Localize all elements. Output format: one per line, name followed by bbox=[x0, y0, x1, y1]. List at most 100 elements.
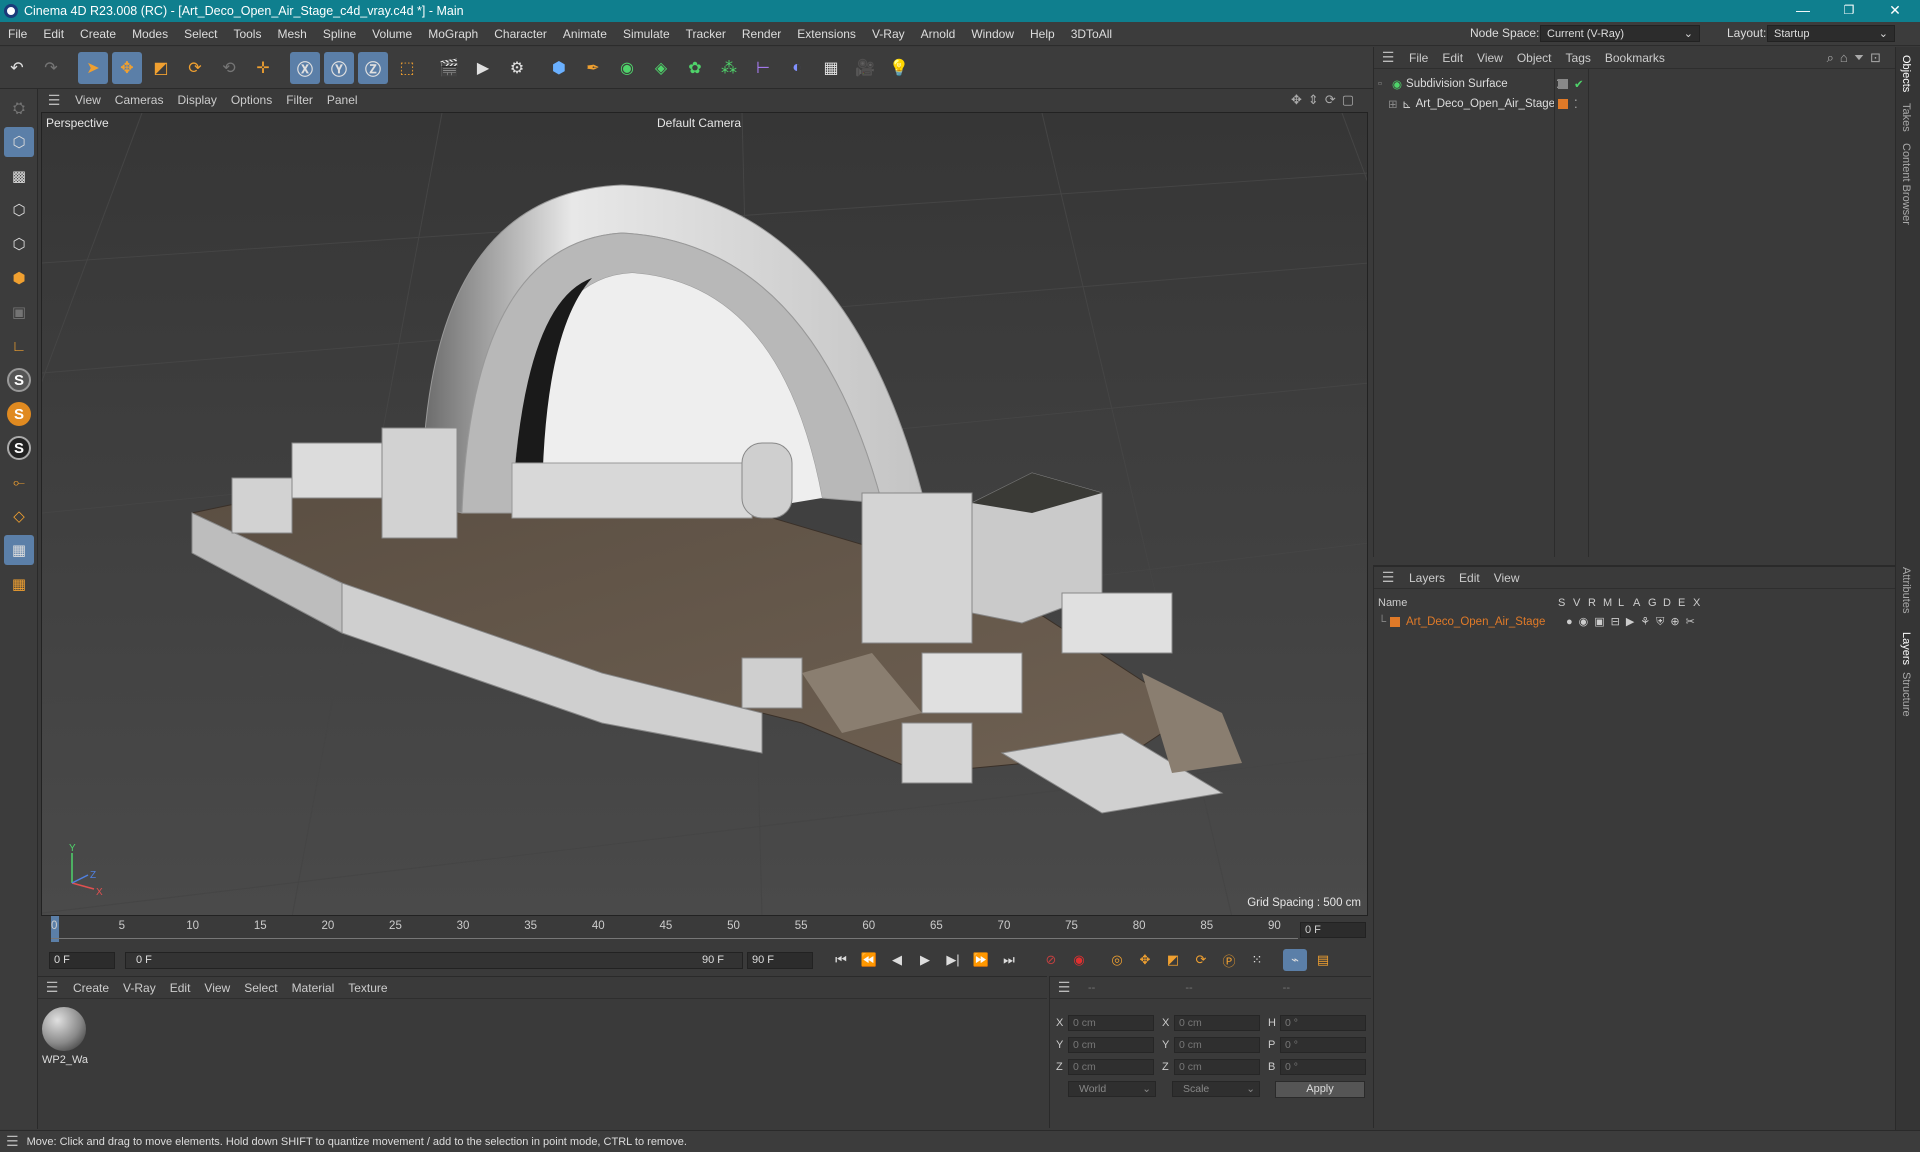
menu-item-v-ray[interactable]: V-Ray bbox=[864, 27, 913, 41]
menu-item-mesh[interactable]: Mesh bbox=[269, 27, 314, 41]
menu-item-tools[interactable]: Tools bbox=[225, 27, 269, 41]
layer-flag-header-a[interactable]: A bbox=[1633, 597, 1648, 609]
hamburger-icon[interactable]: ☰ bbox=[38, 979, 66, 996]
object-menu-object[interactable]: Object bbox=[1510, 51, 1559, 65]
key-position-icon[interactable]: ✥ bbox=[1133, 949, 1157, 971]
menu-item-help[interactable]: Help bbox=[1022, 27, 1063, 41]
tab-takes[interactable]: Takes bbox=[1900, 103, 1912, 132]
previous-frame-icon[interactable]: ◀ bbox=[885, 949, 909, 971]
coord-space-select[interactable]: World ⌄ bbox=[1068, 1081, 1156, 1097]
hamburger-icon[interactable]: ☰ bbox=[40, 92, 68, 109]
next-frame-icon[interactable]: ▶| bbox=[941, 949, 965, 971]
layer-flag-header-x[interactable]: X bbox=[1693, 597, 1708, 609]
hamburger-icon[interactable]: ☰ bbox=[1050, 979, 1078, 996]
material-menu-select[interactable]: Select bbox=[237, 981, 284, 995]
menu-item-modes[interactable]: Modes bbox=[124, 27, 176, 41]
layer-row[interactable]: └ Art_Deco_Open_Air_Stage ●◉▣⊟▶⚘⛨⊕✂ bbox=[1378, 612, 1894, 632]
object-menu-edit[interactable]: Edit bbox=[1435, 51, 1470, 65]
record-icon[interactable]: ⊘ bbox=[1039, 949, 1063, 971]
extrude-icon[interactable]: ◈ bbox=[646, 52, 676, 84]
snap-enable-icon[interactable]: S bbox=[4, 433, 34, 463]
coordinate-system-icon[interactable]: ⬚ bbox=[392, 52, 422, 84]
hamburger-icon[interactable]: ☰ bbox=[6, 1133, 19, 1150]
layer-menu-layers[interactable]: Layers bbox=[1402, 571, 1452, 585]
maximize-button[interactable]: ❐ bbox=[1826, 0, 1872, 22]
start-frame-field[interactable]: 0 F bbox=[49, 951, 115, 969]
hamburger-icon[interactable]: ☰ bbox=[1374, 569, 1402, 586]
layer-color-swatch[interactable] bbox=[1390, 617, 1400, 627]
timeline-window-icon[interactable]: ▤ bbox=[1311, 949, 1335, 971]
key-parameter-icon[interactable]: Ⓟ bbox=[1217, 949, 1241, 971]
object-menu-tags[interactable]: Tags bbox=[1559, 51, 1598, 65]
subdivision-icon[interactable]: ◉ bbox=[612, 52, 642, 84]
visibility-dots-icon[interactable]: ⁚ bbox=[1574, 97, 1578, 111]
field-icon[interactable]: ◐ bbox=[782, 52, 812, 84]
scale-icon[interactable]: ◩ bbox=[146, 52, 176, 84]
hamburger-icon[interactable]: ☰ bbox=[1374, 49, 1402, 66]
menu-item-edit[interactable]: Edit bbox=[35, 27, 72, 41]
material-menu-v-ray[interactable]: V-Ray bbox=[116, 981, 163, 995]
rotation-p-field[interactable]: 0 ° bbox=[1280, 1037, 1366, 1053]
tab-structure[interactable]: Structure bbox=[1900, 672, 1912, 717]
menu-item-extensions[interactable]: Extensions bbox=[789, 27, 864, 41]
timeline-ruler[interactable]: 0 5 10 15 20 25 30 35 40 45 50 55 60 65 70 75 80 85 90 0 F bbox=[41, 916, 1368, 946]
size-x-field[interactable]: 0 cm bbox=[1174, 1015, 1260, 1031]
object-menu-view[interactable]: View bbox=[1470, 51, 1510, 65]
material-thumbnail[interactable] bbox=[42, 1007, 86, 1051]
magnet-icon[interactable]: ⟜ bbox=[4, 467, 34, 497]
axis-mode-icon[interactable]: ∟ bbox=[4, 331, 34, 361]
tab-objects[interactable]: Objects bbox=[1900, 55, 1912, 92]
render-region-icon[interactable]: 🎬 bbox=[434, 52, 464, 84]
camera-icon[interactable]: 🎥 bbox=[850, 52, 880, 84]
3d-viewport[interactable]: Y Z X Perspective Default Camera Grid Sp… bbox=[41, 112, 1368, 916]
size-y-field[interactable]: 0 cm bbox=[1174, 1037, 1260, 1053]
rotation-b-field[interactable]: 0 ° bbox=[1280, 1059, 1366, 1075]
layer-flag-header-m[interactable]: M bbox=[1603, 597, 1618, 609]
frame-range-slider[interactable]: 0 F 90 F bbox=[125, 951, 743, 969]
current-frame-field[interactable]: 0 F bbox=[1300, 922, 1366, 938]
menu-item-create[interactable]: Create bbox=[72, 27, 124, 41]
select-arrow-icon[interactable]: ➤ bbox=[78, 51, 108, 84]
locked-workplane-icon[interactable]: ▦ bbox=[4, 569, 34, 599]
layer-flag-header-r[interactable]: R bbox=[1588, 597, 1603, 609]
menu-item-volume[interactable]: Volume bbox=[364, 27, 420, 41]
expand-plus-icon[interactable]: ⊞ bbox=[1388, 97, 1398, 111]
texture-mode-icon[interactable]: ▩ bbox=[4, 161, 34, 191]
menu-item-tracker[interactable]: Tracker bbox=[678, 27, 734, 41]
viewport-menu-display[interactable]: Display bbox=[170, 93, 223, 107]
play-icon[interactable]: ▶ bbox=[913, 949, 937, 971]
go-to-end-icon[interactable]: ⏭ bbox=[997, 949, 1021, 971]
rotation-h-field[interactable]: 0 ° bbox=[1280, 1015, 1366, 1031]
render-settings-icon[interactable]: ⚙ bbox=[502, 52, 532, 84]
coord-mode-select[interactable]: Scale ⌄ bbox=[1172, 1081, 1260, 1097]
apply-button[interactable]: Apply bbox=[1275, 1081, 1365, 1098]
points-mode-icon[interactable]: ⬡ bbox=[4, 195, 34, 225]
viewport-camera-label[interactable]: Default Camera bbox=[657, 116, 741, 130]
go-to-start-icon[interactable]: ⏮ bbox=[829, 949, 853, 971]
object-menu-file[interactable]: File bbox=[1402, 51, 1435, 65]
menu-item-animate[interactable]: Animate bbox=[555, 27, 615, 41]
position-x-field[interactable]: 0 cm bbox=[1068, 1015, 1154, 1031]
position-z-field[interactable]: 0 cm bbox=[1068, 1059, 1154, 1075]
live-selection-icon[interactable]: ⟲ bbox=[214, 52, 244, 84]
viewport-nav-icons[interactable]: ✥⇕⟳▢ bbox=[1291, 92, 1360, 108]
spline-pen-icon[interactable]: ✒ bbox=[578, 52, 608, 84]
rotate-icon[interactable]: ⟳ bbox=[180, 52, 210, 84]
material-menu-texture[interactable]: Texture bbox=[341, 981, 394, 995]
viewport-menu-panel[interactable]: Panel bbox=[320, 93, 365, 107]
uv-mode-icon[interactable]: ▣ bbox=[4, 297, 34, 327]
material-menu-create[interactable]: Create bbox=[66, 981, 116, 995]
undo-icon[interactable]: ↶ bbox=[2, 52, 32, 84]
autokey-icon[interactable]: ◉ bbox=[1067, 949, 1091, 971]
viewport-menu-view[interactable]: View bbox=[68, 93, 108, 107]
menu-item-character[interactable]: Character bbox=[486, 27, 555, 41]
array-icon[interactable]: ⁂ bbox=[714, 52, 744, 84]
object-row-stage[interactable]: ⊞ ⊾ Art_Deco_Open_Air_Stage ⁚ bbox=[1388, 94, 1894, 114]
move-icon[interactable]: ✥ bbox=[112, 51, 142, 84]
menu-item-arnold[interactable]: Arnold bbox=[913, 27, 964, 41]
menu-item-render[interactable]: Render bbox=[734, 27, 789, 41]
menu-item-simulate[interactable]: Simulate bbox=[615, 27, 678, 41]
menu-item-file[interactable]: File bbox=[0, 27, 35, 41]
render-view-icon[interactable]: ▶ bbox=[468, 52, 498, 84]
grid-icon[interactable]: ▦ bbox=[4, 535, 34, 565]
